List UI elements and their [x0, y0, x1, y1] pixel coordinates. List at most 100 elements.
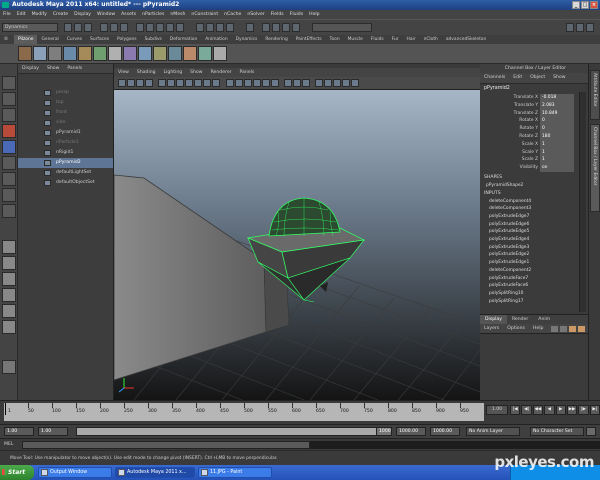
- tab-attribute-editor[interactable]: Attribute Editor: [590, 70, 600, 120]
- perspective-viewport[interactable]: [114, 90, 480, 400]
- input-node[interactable]: polyExtrudeEdge4: [480, 236, 588, 244]
- outliner-item-ppyramid2[interactable]: pPyramid2: [18, 158, 113, 168]
- viewport-menu-panels[interactable]: Panels: [236, 68, 259, 77]
- channel-box-scrollbar[interactable]: [579, 92, 586, 312]
- attr-scale-x[interactable]: Scale X1: [480, 140, 588, 149]
- camera-select-icon[interactable]: [118, 79, 126, 87]
- new-layer-selected-icon[interactable]: [578, 325, 586, 332]
- shelf-tab-dynamics[interactable]: Dynamics: [232, 35, 262, 44]
- outliner-item-front[interactable]: front: [18, 108, 113, 118]
- channel-box-menu-channels[interactable]: Channels: [480, 73, 509, 83]
- layout-single-icon[interactable]: [2, 240, 16, 254]
- input-node[interactable]: polyExtrudeEdge2: [480, 251, 588, 259]
- shadows-icon[interactable]: [271, 79, 279, 87]
- wireframe-on-shaded-icon[interactable]: [244, 79, 252, 87]
- shelf-tab-toon[interactable]: Toon: [326, 35, 344, 44]
- ssao-icon[interactable]: [324, 79, 332, 87]
- outliner-menu-display[interactable]: Display: [18, 64, 43, 74]
- anim-layer-dropdown[interactable]: No Anim Layer: [466, 427, 520, 436]
- shelf-tool-icon[interactable]: [183, 46, 197, 61]
- outliner-item-nparticle1[interactable]: nParticle1: [18, 138, 113, 148]
- outliner-item-defaultlightset[interactable]: defaultLightSet: [18, 168, 113, 178]
- step-forward-key-button[interactable]: |▶: [578, 405, 589, 415]
- command-line-label[interactable]: MEL: [4, 441, 13, 449]
- channel-box-menu-edit[interactable]: Edit: [509, 73, 526, 83]
- time-slider[interactable]: 1 50 100 150 200 250 300 350 400 450 500…: [0, 400, 600, 424]
- mask-icon[interactable]: [136, 23, 144, 32]
- gate-mask-icon[interactable]: [185, 79, 193, 87]
- outliner-item-nrigid1[interactable]: nRigid1: [18, 148, 113, 158]
- shelf-tab-curves[interactable]: Curves: [63, 35, 86, 44]
- input-node[interactable]: deleteComponent3: [480, 205, 588, 213]
- depth-of-field-icon[interactable]: [351, 79, 359, 87]
- attribute-editor-toggle-icon[interactable]: [576, 23, 584, 32]
- shelf-tab-advancedskeleton[interactable]: advancedSkeleton: [442, 35, 490, 44]
- isolate-select-icon[interactable]: [284, 79, 292, 87]
- channel-box-menu-show[interactable]: Show: [549, 73, 569, 83]
- range-bar-handle[interactable]: [77, 428, 381, 435]
- shelf-tool-icon[interactable]: [153, 46, 167, 61]
- shelf-tab-fur[interactable]: Fur: [388, 35, 403, 44]
- high-quality-icon[interactable]: [315, 79, 323, 87]
- range-bar[interactable]: [76, 427, 388, 436]
- last-tool-icon[interactable]: [2, 204, 16, 218]
- shelf-tool-icon[interactable]: [63, 46, 77, 61]
- shelf-tab-subdivs[interactable]: Subdivs: [141, 35, 166, 44]
- shelf-tab-deformation[interactable]: Deformation: [166, 35, 201, 44]
- open-scene-icon[interactable]: [74, 23, 82, 32]
- menu-create[interactable]: Create: [50, 10, 71, 19]
- layer-move-up-icon[interactable]: [551, 325, 559, 332]
- outliner-menu-panels[interactable]: Panels: [63, 64, 86, 74]
- taskbar-item-output-window[interactable]: Output Window: [38, 467, 112, 478]
- shelf-tool-icon[interactable]: [168, 46, 182, 61]
- layer-menu-layers[interactable]: Layers: [480, 324, 503, 333]
- snap-curve-icon[interactable]: [206, 23, 214, 32]
- input-node[interactable]: polySplitRing10: [480, 290, 588, 298]
- layer-move-down-icon[interactable]: [560, 325, 568, 332]
- layout-graph-icon[interactable]: [2, 304, 16, 318]
- shelf-tab-general[interactable]: General: [37, 35, 62, 44]
- lights-icon[interactable]: [262, 79, 270, 87]
- history-icon[interactable]: [246, 23, 254, 32]
- mask-icon[interactable]: [146, 23, 154, 32]
- menu-nparticles[interactable]: nParticles: [139, 10, 167, 19]
- outliner-item-top[interactable]: top: [18, 98, 113, 108]
- paint-select-tool-icon[interactable]: [2, 108, 16, 122]
- attr-rotate-x[interactable]: Rotate X0: [480, 117, 588, 126]
- auto-key-icon[interactable]: [586, 427, 596, 436]
- attr-translate-z[interactable]: Translate Z 10.849: [480, 109, 588, 118]
- animation-end-field[interactable]: 1000.00: [430, 427, 460, 436]
- layout-side-icon[interactable]: [2, 272, 16, 286]
- step-back-frame-button[interactable]: ◀◀: [532, 405, 544, 415]
- resolution-gate-icon[interactable]: [176, 79, 184, 87]
- layer-tab-anim[interactable]: Anim: [533, 315, 555, 325]
- shelf-tool-icon[interactable]: [108, 46, 122, 61]
- menu-ncache[interactable]: nCache: [221, 10, 244, 19]
- outliner-item-side[interactable]: side: [18, 118, 113, 128]
- shelf-tab-hair[interactable]: Hair: [403, 35, 420, 44]
- command-input[interactable]: [22, 441, 310, 449]
- close-button[interactable]: ×: [590, 1, 598, 9]
- outliner-item-defaultobjectset[interactable]: defaultObjectSet: [18, 178, 113, 188]
- outliner-item-ppyramid1[interactable]: pPyramid1: [18, 128, 113, 138]
- start-button[interactable]: Start: [0, 465, 34, 480]
- minimize-button[interactable]: _: [572, 1, 580, 9]
- viewport-scene[interactable]: [114, 90, 480, 400]
- mask-icon[interactable]: [176, 23, 184, 32]
- select-object-icon[interactable]: [110, 23, 118, 32]
- animation-start-field[interactable]: 1.00: [4, 427, 34, 436]
- input-node[interactable]: deleteComponent4: [480, 198, 588, 206]
- render-icon[interactable]: [262, 23, 270, 32]
- shelf-tool-icon[interactable]: [78, 46, 92, 61]
- input-node[interactable]: polyExtrudeFace7: [480, 275, 588, 283]
- play-forwards-button[interactable]: ▶: [555, 405, 566, 415]
- input-node[interactable]: polyExtrudeEdge5: [480, 228, 588, 236]
- textured-icon[interactable]: [253, 79, 261, 87]
- channel-box-toggle-icon[interactable]: [566, 23, 574, 32]
- shelf-tab-fluids[interactable]: Fluids: [367, 35, 388, 44]
- timeline[interactable]: 1 50 100 150 200 250 300 350 400 450 500…: [4, 403, 484, 421]
- select-tool-icon[interactable]: [2, 76, 16, 90]
- snap-point-icon[interactable]: [216, 23, 224, 32]
- menu-fluids[interactable]: Fluids: [287, 10, 306, 19]
- outliner-item-persp[interactable]: persp: [18, 88, 113, 98]
